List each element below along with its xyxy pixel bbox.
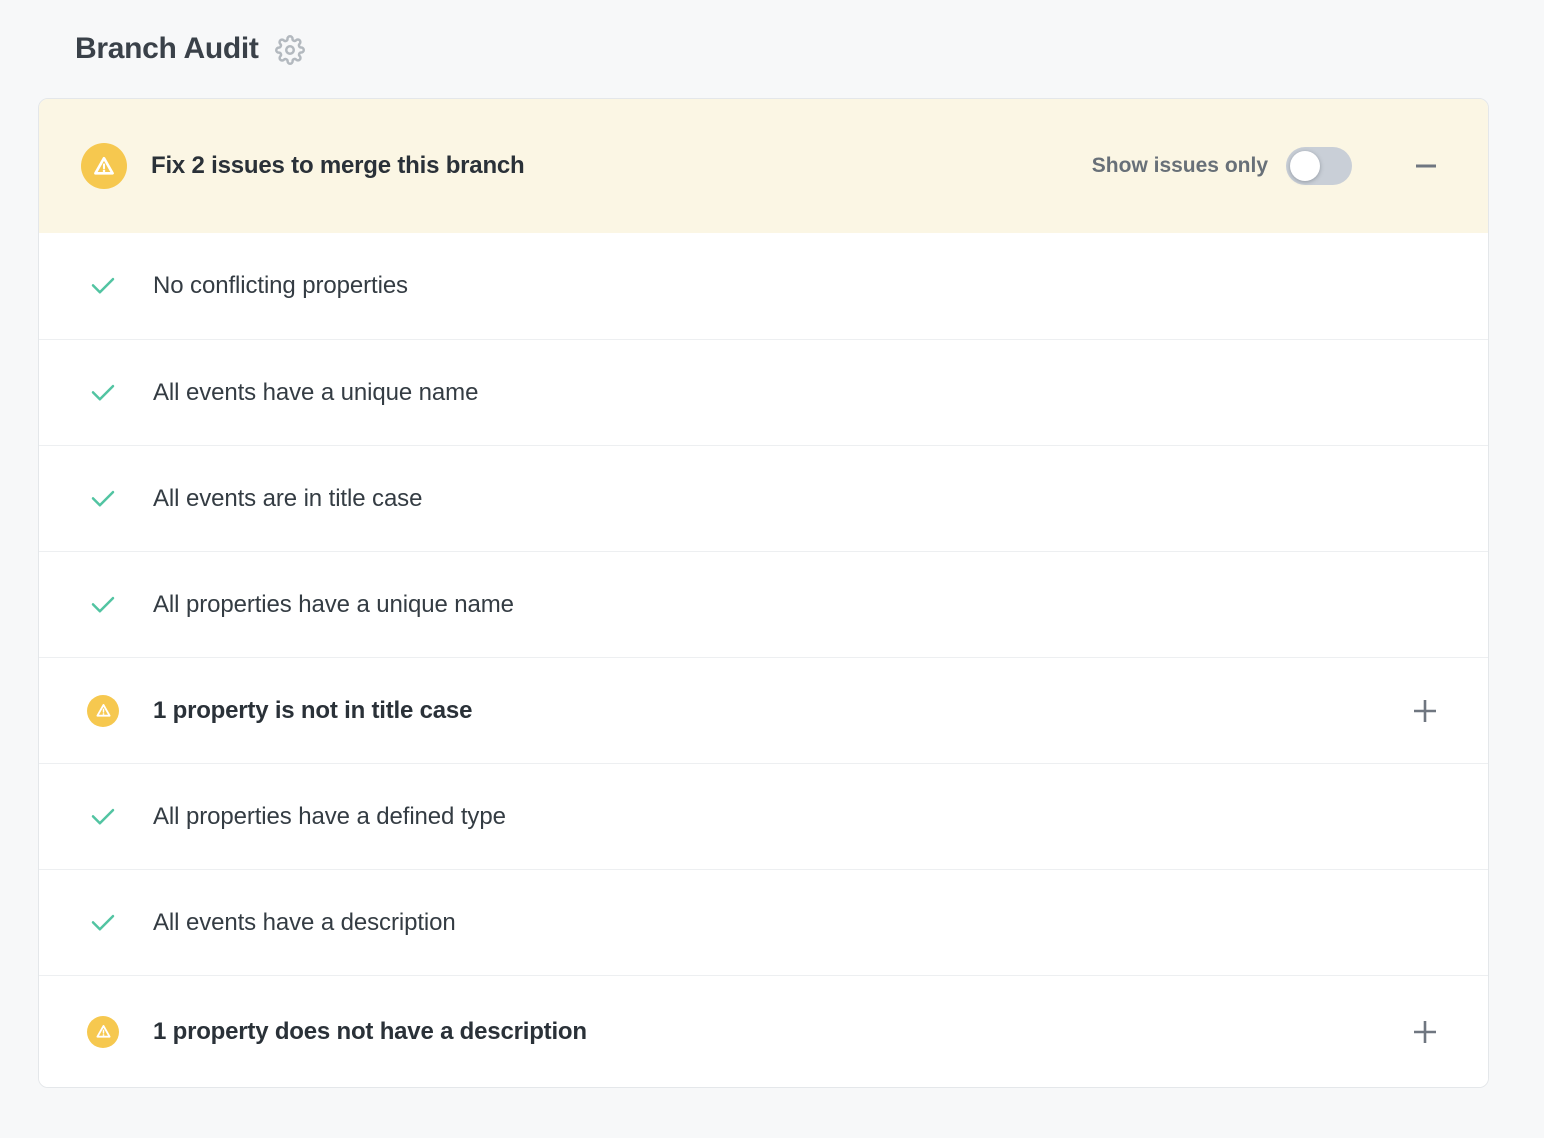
page-header: Branch Audit — [0, 0, 1544, 68]
audit-check-label: All events have a description — [153, 909, 456, 937]
audit-check-list: No conflicting properties All events have… — [39, 233, 1488, 1087]
branch-audit-card: Fix 2 issues to merge this branch Show i… — [38, 98, 1489, 1088]
audit-check-row: All properties have a unique name — [39, 551, 1488, 657]
toggle-knob — [1290, 151, 1320, 181]
collapse-panel-button[interactable] — [1412, 152, 1440, 180]
check-icon — [87, 377, 119, 409]
audit-check-label: No conflicting properties — [153, 272, 408, 300]
audit-check-label: All events are in title case — [153, 485, 422, 513]
check-icon — [87, 483, 119, 515]
audit-check-row: All events have a unique name — [39, 339, 1488, 445]
check-icon — [87, 801, 119, 833]
page-title: Branch Audit — [75, 32, 259, 66]
warning-icon — [87, 1016, 119, 1048]
audit-check-label: All properties have a defined type — [153, 803, 506, 831]
banner-message: Fix 2 issues to merge this branch — [151, 152, 1092, 180]
audit-check-label: 1 property does not have a description — [153, 1018, 587, 1046]
audit-check-row[interactable]: 1 property does not have a description — [39, 975, 1488, 1087]
minus-icon — [1412, 152, 1440, 180]
show-issues-toggle[interactable] — [1286, 147, 1352, 185]
audit-check-label: All properties have a unique name — [153, 591, 514, 619]
expand-plus-icon[interactable] — [1410, 696, 1440, 726]
audit-check-row[interactable]: 1 property is not in title case — [39, 657, 1488, 763]
check-icon — [87, 270, 119, 302]
check-icon — [87, 589, 119, 621]
audit-check-label: 1 property is not in title case — [153, 697, 472, 725]
settings-gear-icon[interactable] — [275, 35, 305, 65]
audit-check-row: All events are in title case — [39, 445, 1488, 551]
audit-check-row: No conflicting properties — [39, 233, 1488, 339]
warning-icon — [87, 695, 119, 727]
show-issues-toggle-label: Show issues only — [1092, 154, 1268, 178]
audit-check-row: All events have a description — [39, 869, 1488, 975]
audit-check-row: All properties have a defined type — [39, 763, 1488, 869]
audit-banner: Fix 2 issues to merge this branch Show i… — [39, 99, 1488, 233]
check-icon — [87, 907, 119, 939]
warning-icon — [81, 143, 127, 189]
audit-check-label: All events have a unique name — [153, 379, 478, 407]
expand-plus-icon[interactable] — [1410, 1017, 1440, 1047]
